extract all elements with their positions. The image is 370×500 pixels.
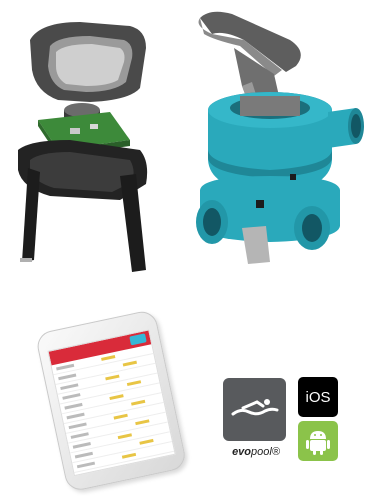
controller-exploded-illustration <box>18 22 148 272</box>
android-icon <box>306 431 330 455</box>
ios-label: iOS <box>305 388 331 406</box>
evopool-wordmark: evopool® <box>232 446 280 458</box>
ios-badge: iOS <box>298 377 338 417</box>
multiport-valve-illustration <box>196 11 364 264</box>
controller-top-cover <box>30 22 146 102</box>
smartphone-screen <box>47 329 176 477</box>
android-badge <box>298 421 338 461</box>
smartphone-body <box>34 308 188 493</box>
swimmer-icon <box>231 399 279 416</box>
smartphone-app-illustration <box>34 308 188 493</box>
controller-base-with-straps <box>18 140 148 272</box>
evopool-logo-icon <box>223 378 286 441</box>
valve-body <box>196 92 364 264</box>
